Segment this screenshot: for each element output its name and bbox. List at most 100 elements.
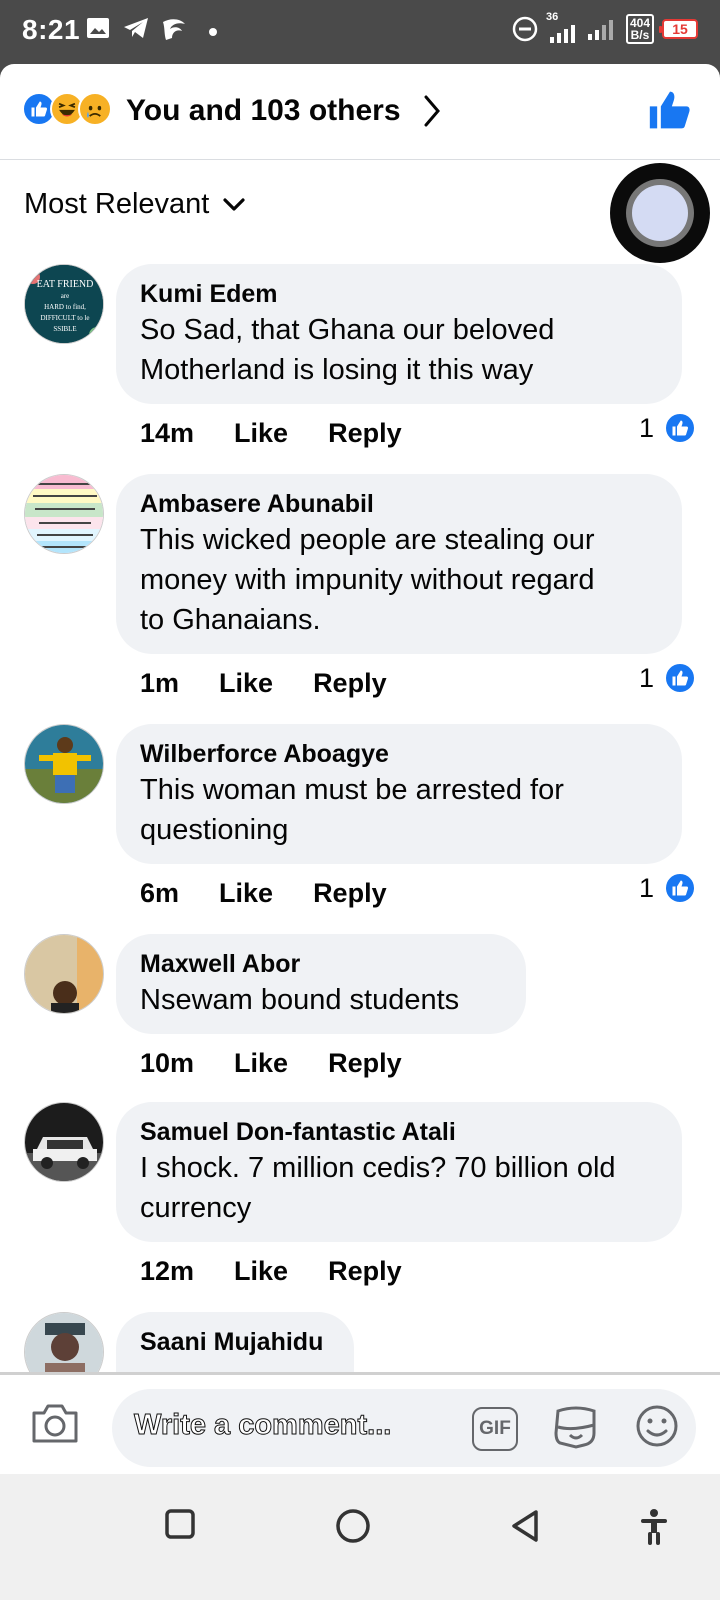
like-button[interactable]: Like [234,418,288,449]
comment-like-count[interactable]: 1 [639,412,696,444]
like-count-value: 1 [638,662,654,693]
back-icon[interactable] [508,1508,542,1544]
comment-text-line: currency [140,1192,252,1224]
comment-bubble[interactable]: Ambasere Abunabil This wicked people are… [116,474,682,654]
comment-author[interactable]: Saani Mujahidu [140,1326,330,1358]
comment-text-line: So Sad, that Ghana our beloved [140,314,555,346]
system-nav-bar [0,1474,720,1600]
comment-text-line: questioning [140,814,289,846]
like-badge-icon [664,412,696,444]
comment-text-line: Motherland is losing it this way [140,354,534,386]
assistive-touch-button[interactable] [610,163,710,263]
comment-author[interactable]: Ambasere Abunabil [140,488,658,520]
comment-text-line: This woman must be arrested for [140,774,564,806]
avatar-quote-line-5: SSIBLE [53,325,76,333]
comment-author[interactable]: Wilberforce Aboagye [140,738,658,770]
avatar-car-photo [25,1103,103,1181]
like-button[interactable]: Like [219,668,273,699]
emoji-icon[interactable] [634,1403,680,1449]
comment-time: 14m [140,418,195,448]
comment-author[interactable]: Samuel Don-fantastic Atali [140,1116,658,1148]
like-badge-icon [664,872,696,904]
comment-text-line: money with impunity without regard [140,564,595,596]
avatar-quote-line-4: DIFFICULT to le [40,314,89,322]
avatar[interactable] [24,1102,104,1182]
sticker-icon[interactable] [552,1403,600,1453]
avatar-arabic-text-image [25,475,103,553]
dot-notification-icon [209,28,217,36]
avatar-quote-image: EAT FRIEND are HARD to find, DIFFICULT t… [25,265,103,343]
like-button[interactable]: Like [234,1048,288,1079]
battery-indicator: 15 [659,19,698,39]
app-notification-icon [163,19,185,40]
comments-sheet: You and 103 others Most Relevant EAT FRI… [0,64,720,1504]
comment-actions: 6m Like Reply [140,878,387,909]
comment-bubble[interactable]: Saani Mujahidu [116,1312,354,1372]
home-icon[interactable] [335,1508,371,1544]
comment-bubble[interactable]: Maxwell Abor Nsewam bound students [116,934,526,1034]
accessibility-icon[interactable] [638,1508,670,1546]
reply-button[interactable]: Reply [313,668,387,699]
reactions-header[interactable]: You and 103 others [0,64,720,160]
like-count-value: 1 [638,412,654,443]
comment-composer: Write a comment... GIF [0,1372,720,1474]
avatar-quote-line-2: are [61,292,70,300]
comment-input[interactable] [112,1389,696,1467]
reactions-summary[interactable]: You and 103 others [126,94,401,128]
sort-label: Most Relevant [24,188,210,220]
reply-button[interactable]: Reply [328,1256,402,1287]
status-bar: 8:21 36 404 B/s 15 [0,0,720,64]
like-button[interactable]: Like [234,1256,288,1287]
comment-actions: 10m Like Reply [140,1048,402,1079]
like-button[interactable]: Like [219,878,273,909]
comment-text-line: This wicked people are stealing our [140,524,595,556]
signal-strength-icon [549,25,575,43]
avatar[interactable] [24,474,104,554]
avatar[interactable] [24,724,104,804]
avatar-person-photo [25,935,103,1013]
gif-button[interactable]: GIF [472,1407,518,1451]
gallery-notification-icon [87,18,109,38]
like-thumb-icon[interactable] [648,88,692,132]
reaction-icons [22,92,122,128]
comment-author[interactable]: Kumi Edem [140,278,658,310]
comment-bubble[interactable]: Samuel Don-fantastic Atali I shock. 7 mi… [116,1102,682,1242]
sort-dropdown[interactable]: Most Relevant [24,188,245,221]
signal-label: 36 [545,11,559,23]
battery-level: 15 [672,21,688,37]
avatar[interactable]: EAT FRIEND are HARD to find, DIFFICULT t… [24,264,104,344]
comment-time: 10m [140,1048,195,1078]
status-right-group: 36 404 B/s 15 [512,11,698,44]
chevron-down-icon [223,197,245,211]
chevron-right-icon[interactable] [422,94,442,128]
avatar[interactable] [24,934,104,1014]
network-speed: 404 B/s [625,14,654,44]
signal-1: 36 [546,11,580,43]
comment-text-line: I shock. 7 million cedis? 70 billion old [140,1152,616,1184]
avatar-quote-line-3: HARD to find, [44,303,86,311]
comment-bubble[interactable]: Wilberforce Aboagye This woman must be a… [116,724,682,864]
status-time: 8:21 [22,14,81,45]
like-badge-icon [664,662,696,694]
reply-button[interactable]: Reply [313,878,387,909]
signal-strength-2-icon [587,20,613,40]
assistive-touch-core [632,185,688,241]
comment-actions: 1m Like Reply [140,668,387,699]
sad-reaction-icon [78,92,112,126]
avatar-quote-line-1: EAT FRIEND [37,279,94,290]
recent-apps-icon[interactable] [164,1508,196,1540]
comment-time: 6m [140,878,180,908]
network-speed-unit: B/s [630,28,650,42]
avatar-person-photo [25,1313,103,1372]
comment-actions: 14m Like Reply [140,418,402,449]
comment-bubble[interactable]: Kumi Edem So Sad, that Ghana our beloved… [116,264,682,404]
comment-like-count[interactable]: 1 [639,872,696,904]
reply-button[interactable]: Reply [328,1048,402,1079]
reply-button[interactable]: Reply [328,418,402,449]
comment-author[interactable]: Maxwell Abor [140,948,502,980]
comment-like-count[interactable]: 1 [639,662,696,694]
avatar[interactable] [24,1312,104,1372]
comment-text-line: Nsewam bound students [140,984,460,1016]
camera-icon[interactable] [30,1401,80,1445]
comment-time: 12m [140,1256,195,1286]
